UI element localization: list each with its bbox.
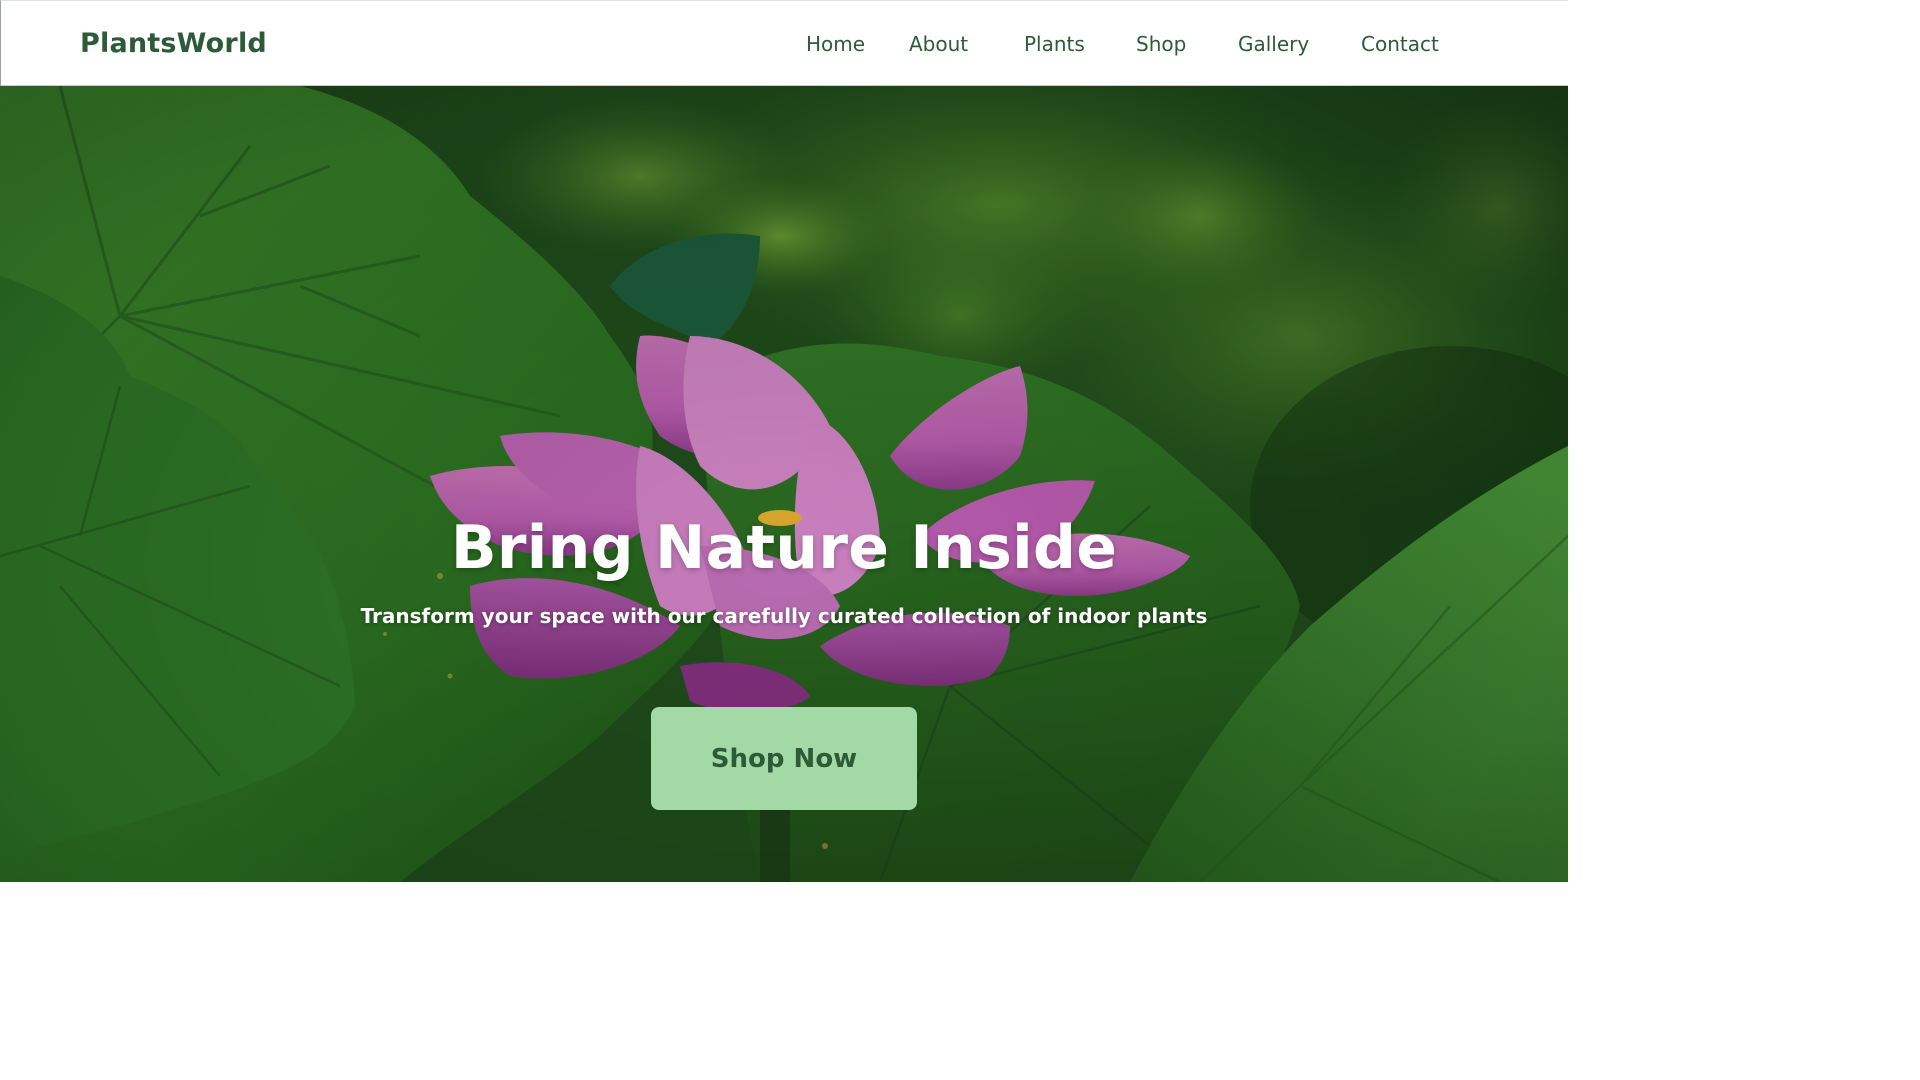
site-header: PlantsWorld Home About Plants Shop Galle… xyxy=(0,0,1568,86)
nav-home[interactable]: Home xyxy=(806,31,865,57)
nav-about[interactable]: About xyxy=(909,31,968,57)
hero-subtitle: Transform your space with our carefully … xyxy=(360,604,1208,628)
nav-plants[interactable]: Plants xyxy=(1024,31,1085,57)
hero-section: Bring Nature Inside Transform your space… xyxy=(0,86,1568,882)
page: PlantsWorld Home About Plants Shop Galle… xyxy=(0,0,1568,882)
shop-now-button[interactable]: Shop Now xyxy=(651,707,917,810)
hero-title: Bring Nature Inside xyxy=(450,513,1118,583)
site-logo[interactable]: PlantsWorld xyxy=(80,27,267,61)
nav-contact[interactable]: Contact xyxy=(1361,31,1439,57)
nav-gallery[interactable]: Gallery xyxy=(1238,31,1309,57)
nav-shop[interactable]: Shop xyxy=(1136,31,1186,57)
